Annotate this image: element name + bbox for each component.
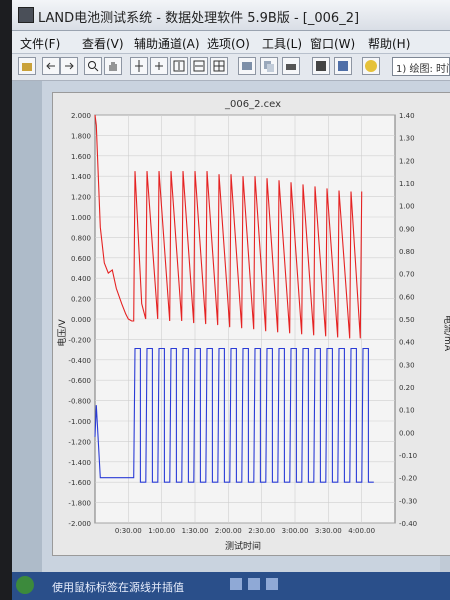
chart-title: _006_2.cex xyxy=(224,99,281,110)
y2-tick-label: 0.90 xyxy=(399,225,415,233)
plot-type-dropdown[interactable]: 1) 绘图: 时间 xyxy=(392,57,450,76)
y-tick-label: 1.800 xyxy=(71,132,91,140)
fit-width-icon[interactable] xyxy=(190,57,208,75)
x-tick-label: 0:30.00 xyxy=(115,527,142,535)
arrow-left-icon[interactable] xyxy=(42,57,60,75)
fit-height-icon[interactable] xyxy=(170,57,188,75)
y-tick-label: -1.800 xyxy=(68,500,91,508)
y-axis-label: 电压/V xyxy=(56,319,68,347)
x-tick-label: 1:00.00 xyxy=(148,527,175,535)
y2-tick-label: 1.20 xyxy=(399,157,415,165)
y2-tick-label: 0.40 xyxy=(399,339,415,347)
window-icon[interactable] xyxy=(334,57,352,75)
x-tick-label: 4:00.00 xyxy=(348,527,375,535)
y2-tick-label: -0.40 xyxy=(399,520,417,528)
x-axis-label: 测试时间 xyxy=(225,540,261,552)
tray-app-icon[interactable] xyxy=(266,578,278,590)
y2-tick-label: 1.40 xyxy=(399,112,415,120)
y-tick-label: -0.800 xyxy=(68,398,91,406)
y-tick-label: 1.200 xyxy=(71,194,91,202)
menu-bar: 文件(F) 查看(V) 辅助通道(A) 选项(O) 工具(L) 窗口(W) 帮助… xyxy=(12,31,450,54)
y2-tick-label: -0.10 xyxy=(399,452,417,460)
app-icon xyxy=(18,7,34,23)
grid-icon[interactable] xyxy=(210,57,228,75)
y-tick-label: 1.400 xyxy=(71,173,91,181)
menu-options[interactable]: 选项(O) xyxy=(207,35,250,52)
x-tick-label: 3:30.00 xyxy=(315,527,342,535)
export-icon[interactable] xyxy=(238,57,256,75)
start-button-icon[interactable] xyxy=(16,576,34,594)
y-tick-label: 2.000 xyxy=(71,112,91,120)
x-tick-label: 2:00.00 xyxy=(215,527,242,535)
left-panel xyxy=(12,81,42,588)
x-tick-label: 3:00.00 xyxy=(282,527,309,535)
y2-tick-label: 0.30 xyxy=(399,361,415,369)
y2-tick-label: 0.80 xyxy=(399,248,415,256)
y-tick-label: 0.400 xyxy=(71,275,91,283)
y2-tick-label: -0.30 xyxy=(399,497,417,505)
y-tick-label: -1.600 xyxy=(68,479,91,487)
y-tick-label: -0.400 xyxy=(68,357,91,365)
y-tick-label: -1.400 xyxy=(68,459,91,467)
y-tick-label: 0.200 xyxy=(71,296,91,304)
y2-tick-label: 0.20 xyxy=(399,384,415,392)
x-tick-label: 2:30.00 xyxy=(248,527,275,535)
y-tick-label: -2.000 xyxy=(68,520,91,528)
help-icon[interactable] xyxy=(362,57,380,75)
app-window: LAND电池测试系统 - 数据处理软件 5.9B版 - [_006_2] 文件(… xyxy=(12,0,450,588)
voltage-current-chart[interactable]: _006_2.cex 2.000 1.800 1.600 1.400 1.200 1.00… xyxy=(53,93,450,555)
cursor-split-icon[interactable] xyxy=(150,57,168,75)
menu-help[interactable]: 帮助(H) xyxy=(368,35,410,52)
menu-window[interactable]: 窗口(W) xyxy=(310,35,355,52)
y2-tick-label: 0.00 xyxy=(399,429,415,437)
y-tick-label: 0.800 xyxy=(71,234,91,242)
hand-pan-icon[interactable] xyxy=(104,57,122,75)
copy-icon[interactable] xyxy=(260,57,278,75)
cursor-vertical-icon[interactable] xyxy=(130,57,148,75)
tray-app-icon[interactable] xyxy=(248,578,260,590)
tray-app-icon[interactable] xyxy=(230,578,242,590)
table-icon[interactable] xyxy=(312,57,330,75)
y-tick-label: -0.600 xyxy=(68,377,91,385)
y2-tick-label: 1.00 xyxy=(399,203,415,211)
chart-panel: _006_2.cex 2.000 1.800 1.600 1.400 1.200 1.00… xyxy=(52,92,450,556)
y-tick-label: 0.000 xyxy=(71,316,91,324)
y-tick-label: 1.600 xyxy=(71,153,91,161)
x-tick-label: 1:30.00 xyxy=(182,527,209,535)
y2-tick-label: 0.50 xyxy=(399,316,415,324)
menu-view[interactable]: 查看(V) xyxy=(82,35,124,52)
title-bar: LAND电池测试系统 - 数据处理软件 5.9B版 - [_006_2] xyxy=(12,0,450,31)
y-tick-label: -1.200 xyxy=(68,438,91,446)
y2-tick-label: 1.30 xyxy=(399,135,415,143)
status-text: 使用鼠标标签在源线并插值 xyxy=(52,581,184,594)
menu-tools[interactable]: 工具(L) xyxy=(262,35,302,52)
menu-aux[interactable]: 辅助通道(A) xyxy=(134,35,200,52)
window-title: LAND电池测试系统 - 数据处理软件 5.9B版 - [_006_2] xyxy=(38,11,360,26)
y2-tick-label: 0.70 xyxy=(399,271,415,279)
y-tick-label: -0.200 xyxy=(68,336,91,344)
y-tick-label: -1.000 xyxy=(68,418,91,426)
arrow-right-icon[interactable] xyxy=(60,57,78,75)
y-tick-label: 0.600 xyxy=(71,255,91,263)
toolbar: 1) 绘图: 时间 xyxy=(12,54,450,81)
y2-tick-label: -0.20 xyxy=(399,475,417,483)
print-icon[interactable] xyxy=(282,57,300,75)
y2-tick-label: 1.10 xyxy=(399,180,415,188)
y-tick-label: 1.000 xyxy=(71,214,91,222)
y2-tick-label: 0.60 xyxy=(399,293,415,301)
y2-axis-label: 电流/mA xyxy=(442,315,450,352)
open-file-icon[interactable] xyxy=(18,57,36,75)
y2-tick-label: 0.10 xyxy=(399,407,415,415)
menu-file[interactable]: 文件(F) xyxy=(20,35,60,52)
zoom-icon[interactable] xyxy=(84,57,102,75)
